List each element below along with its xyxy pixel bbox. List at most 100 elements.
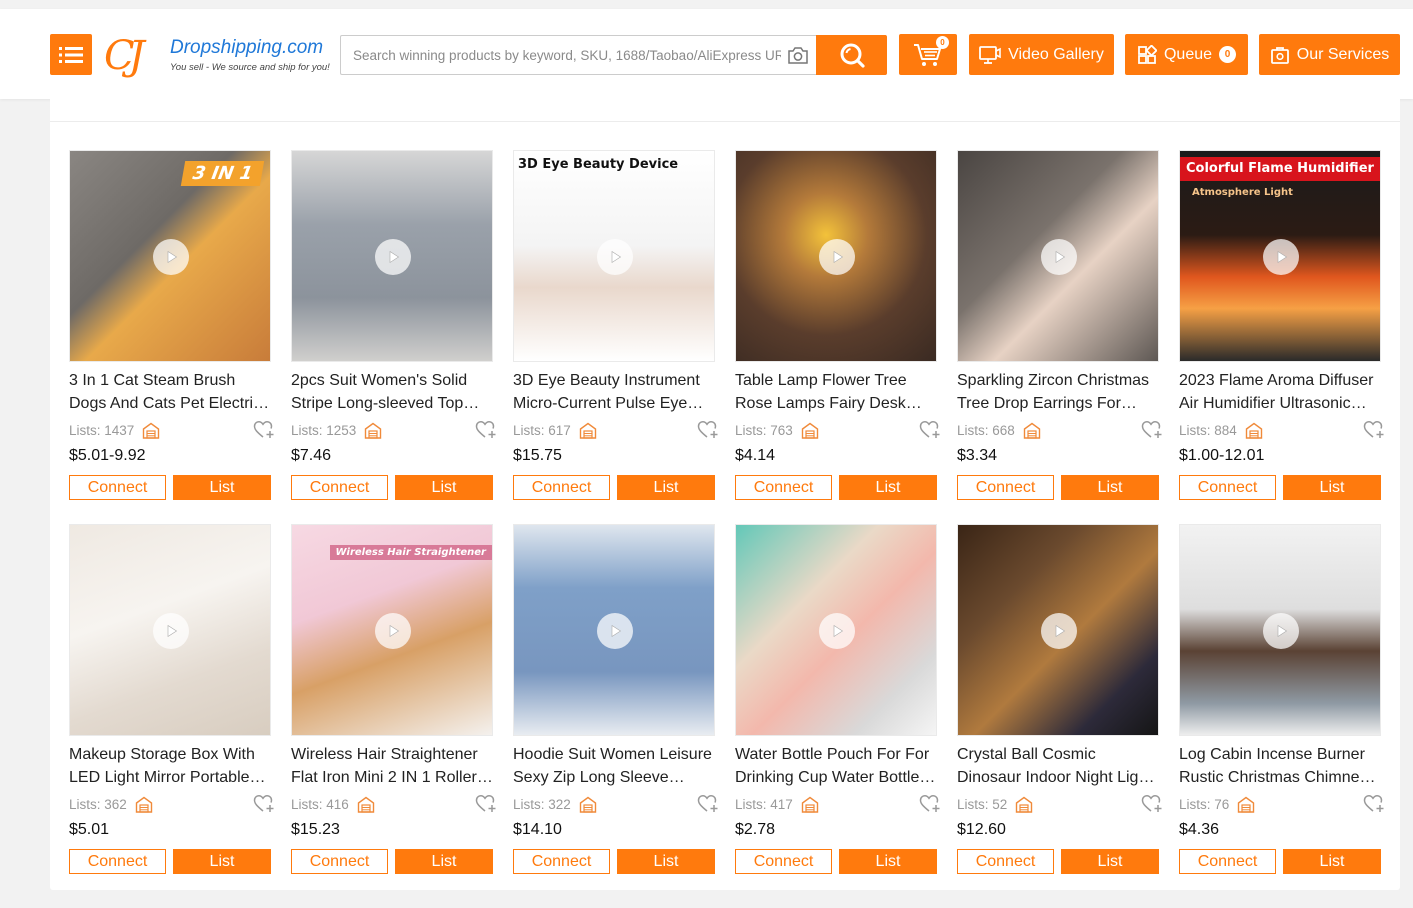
add-to-wishlist-heart-icon[interactable] [475,794,497,814]
product-card[interactable]: Makeup Storage Box With LED Light Mirror… [69,524,274,874]
our-services-button[interactable]: Our Services [1259,34,1400,75]
product-title[interactable]: Wireless Hair Straightener Flat Iron Min… [291,743,493,789]
list-button[interactable]: List [839,475,937,500]
add-to-wishlist-heart-icon[interactable] [1363,794,1385,814]
list-button[interactable]: List [1061,849,1159,874]
add-to-wishlist-heart-icon[interactable] [1141,420,1163,440]
product-title[interactable]: Hoodie Suit Women Leisure Sexy Zip Long … [513,743,715,789]
product-card[interactable]: Hoodie Suit Women Leisure Sexy Zip Long … [513,524,718,874]
product-title[interactable]: 2023 Flame Aroma Diffuser Air Humidifier… [1179,369,1381,415]
play-video-icon[interactable] [597,613,633,649]
connect-button[interactable]: Connect [513,849,610,874]
product-image[interactable] [1179,524,1381,736]
product-title[interactable]: 3D Eye Beauty Instrument Micro-Current P… [513,369,715,415]
product-title[interactable]: 2pcs Suit Women's Solid Stripe Long-slee… [291,369,493,415]
play-video-icon[interactable] [597,239,633,275]
product-image[interactable] [957,150,1159,362]
connect-button[interactable]: Connect [1179,475,1276,500]
product-card[interactable]: Wireless Hair Straightener Wireless Hair… [291,524,496,874]
product-lists-count: Lists: 1253 [291,423,357,438]
product-price: $2.78 [735,821,776,838]
add-to-wishlist-heart-icon[interactable] [475,420,497,440]
product-card[interactable]: Sparkling Zircon Christmas Tree Drop Ear… [957,150,1162,500]
add-to-wishlist-heart-icon[interactable] [253,420,275,440]
add-to-wishlist-heart-icon[interactable] [697,794,719,814]
product-card[interactable]: 2pcs Suit Women's Solid Stripe Long-slee… [291,150,496,500]
list-button[interactable]: List [395,475,493,500]
play-video-icon[interactable] [1263,613,1299,649]
play-video-icon[interactable] [1263,239,1299,275]
product-lists-row: Lists: 52 [957,796,1033,813]
product-image[interactable] [735,524,937,736]
play-video-icon[interactable] [819,239,855,275]
product-image[interactable]: Wireless Hair Straightener [291,524,493,736]
add-to-wishlist-heart-icon[interactable] [253,794,275,814]
product-card[interactable]: Log Cabin Incense Burner Rustic Christma… [1179,524,1384,874]
list-button[interactable]: List [1283,475,1381,500]
play-video-icon[interactable] [1041,613,1077,649]
connect-button[interactable]: Connect [291,849,388,874]
add-to-wishlist-heart-icon[interactable] [919,794,941,814]
product-image[interactable] [291,150,493,362]
cj-dropshipping-logo[interactable]: CJ Dropshipping.com You sell - We source… [104,27,334,85]
product-image[interactable]: 3D Eye Beauty Device [513,150,715,362]
add-to-wishlist-heart-icon[interactable] [1141,794,1163,814]
product-card[interactable]: 3D Eye Beauty Device 3D Eye Beauty Instr… [513,150,718,500]
product-title[interactable]: Table Lamp Flower Tree Rose Lamps Fairy … [735,369,937,415]
product-image[interactable]: 3 IN 1 [69,150,271,362]
connect-button[interactable]: Connect [69,475,166,500]
play-video-icon[interactable] [1041,239,1077,275]
product-image[interactable] [957,524,1159,736]
connect-button[interactable]: Connect [735,475,832,500]
product-image[interactable] [513,524,715,736]
connect-button[interactable]: Connect [513,475,610,500]
product-image[interactable] [735,150,937,362]
product-image[interactable] [69,524,271,736]
product-card[interactable]: Water Bottle Pouch For For Drinking Cup … [735,524,940,874]
play-video-icon[interactable] [819,613,855,649]
search-button[interactable] [816,35,887,75]
product-title[interactable]: Log Cabin Incense Burner Rustic Christma… [1179,743,1381,789]
add-to-wishlist-heart-icon[interactable] [1363,420,1385,440]
product-title[interactable]: Makeup Storage Box With LED Light Mirror… [69,743,271,789]
list-button[interactable]: List [173,849,271,874]
queue-button[interactable]: Queue 0 [1125,34,1248,75]
list-button[interactable]: List [617,475,715,500]
play-video-icon[interactable] [375,613,411,649]
product-title[interactable]: Crystal Ball Cosmic Dinosaur Indoor Nigh… [957,743,1159,789]
list-button[interactable]: List [1061,475,1159,500]
warehouse-icon [143,422,160,439]
product-price: $5.01 [69,821,110,838]
connect-button[interactable]: Connect [291,475,388,500]
list-button[interactable]: List [1283,849,1381,874]
product-card[interactable]: 3 IN 1 3 In 1 Cat Steam Brush Dogs And C… [69,150,274,500]
connect-button[interactable]: Connect [957,475,1054,500]
play-video-icon[interactable] [375,239,411,275]
play-video-icon[interactable] [153,613,189,649]
product-grid-panel: 3 IN 1 3 In 1 Cat Steam Brush Dogs And C… [50,99,1400,890]
add-to-wishlist-heart-icon[interactable] [697,420,719,440]
list-button[interactable]: List [839,849,937,874]
connect-button[interactable]: Connect [69,849,166,874]
product-card[interactable]: Crystal Ball Cosmic Dinosaur Indoor Nigh… [957,524,1162,874]
cart-button[interactable]: 0 [899,34,957,75]
list-button[interactable]: List [173,475,271,500]
connect-button[interactable]: Connect [957,849,1054,874]
connect-button[interactable]: Connect [735,849,832,874]
product-card[interactable]: Colorful Flame Humidifier Atmosphere Ligh… [1179,150,1384,500]
list-button[interactable]: List [617,849,715,874]
image-search-camera-icon[interactable] [786,44,810,66]
video-gallery-button[interactable]: Video Gallery [969,34,1114,75]
product-title[interactable]: 3 In 1 Cat Steam Brush Dogs And Cats Pet… [69,369,271,415]
play-video-icon[interactable] [153,239,189,275]
add-to-wishlist-heart-icon[interactable] [919,420,941,440]
product-title[interactable]: Water Bottle Pouch For For Drinking Cup … [735,743,937,789]
connect-button[interactable]: Connect [1179,849,1276,874]
product-image[interactable]: Colorful Flame Humidifier Atmosphere Ligh… [1179,150,1381,362]
list-button[interactable]: List [395,849,493,874]
product-card[interactable]: Table Lamp Flower Tree Rose Lamps Fairy … [735,150,940,500]
search-bar [340,35,887,75]
search-input[interactable] [341,36,781,74]
category-menu-button[interactable] [50,34,92,75]
product-title[interactable]: Sparkling Zircon Christmas Tree Drop Ear… [957,369,1159,415]
